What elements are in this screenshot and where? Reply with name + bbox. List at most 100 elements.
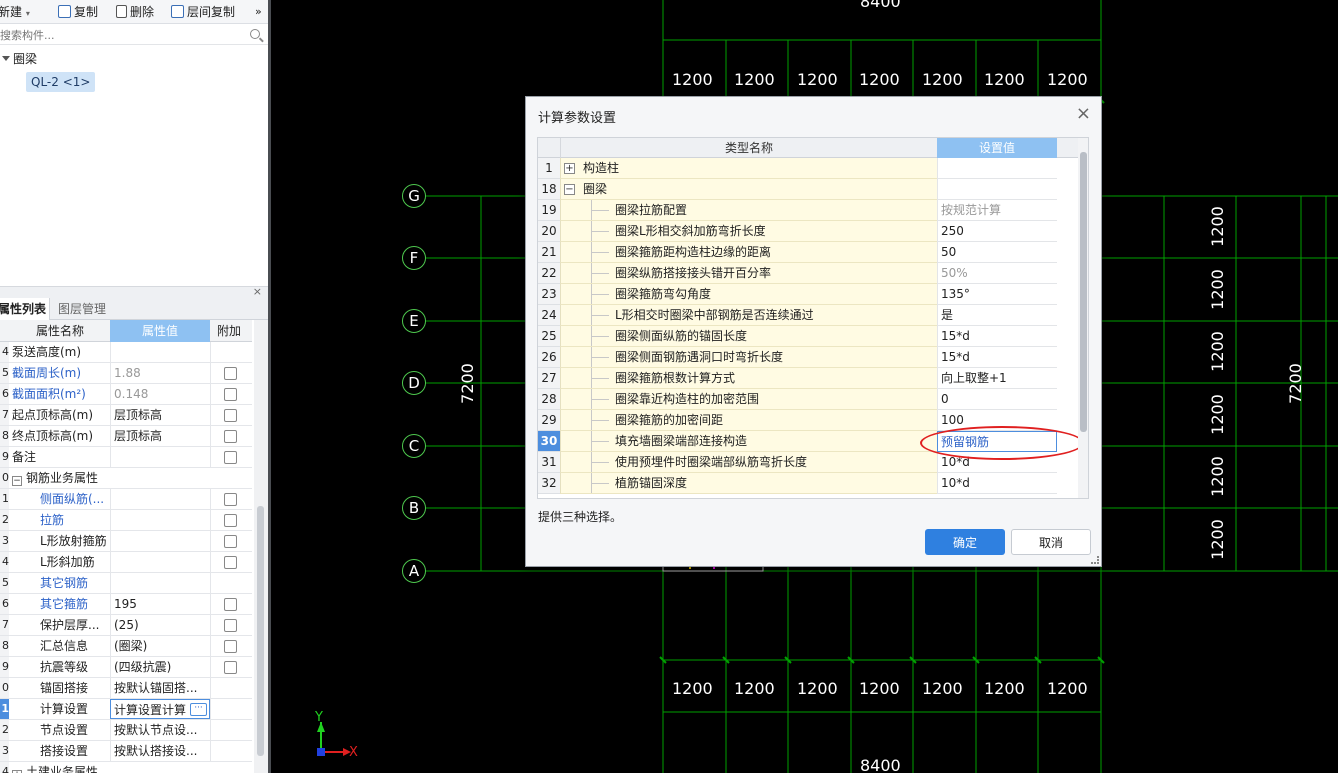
setting-value[interactable]: 按规范计算	[937, 200, 1057, 221]
setting-row[interactable]: 23 圈梁箍筋弯勾角度 135°	[538, 284, 1078, 305]
search-icon[interactable]	[250, 29, 260, 39]
axis-label-b[interactable]: B	[402, 496, 426, 520]
property-row[interactable]: 1 侧面纵筋(...	[0, 489, 252, 510]
setting-value[interactable]: 135°	[937, 284, 1057, 305]
property-row[interactable]: 2 节点设置 按默认节点设...	[0, 720, 252, 741]
search-input[interactable]	[0, 27, 240, 43]
property-row[interactable]: 0− 钢筋业务属性	[0, 468, 252, 489]
scrollbar-thumb[interactable]	[1080, 152, 1087, 432]
property-value[interactable]	[110, 531, 210, 551]
collapse-icon[interactable]: −	[12, 476, 22, 486]
cancel-button[interactable]: 取消	[1011, 529, 1091, 555]
new-button[interactable]: 新建 ▾	[0, 3, 30, 21]
setting-value[interactable]: 0	[937, 389, 1057, 410]
setting-row[interactable]: 24 L形相交时圈梁中部钢筋是否连续通过 是	[538, 305, 1078, 326]
floor-copy-button[interactable]: 层间复制	[171, 3, 235, 21]
property-row[interactable]: 0 锚固搭接 按默认锚固搭...	[0, 678, 252, 699]
setting-value[interactable]: 15*d	[937, 347, 1057, 368]
property-value[interactable]: 1.88	[110, 363, 210, 383]
property-value[interactable]	[110, 552, 210, 572]
property-value[interactable]	[110, 342, 210, 362]
attach-checkbox[interactable]	[224, 661, 237, 674]
property-row[interactable]: 9 备注	[0, 447, 252, 468]
tree-item-ql2[interactable]: QL-2 <1>	[26, 72, 96, 92]
attach-checkbox[interactable]	[224, 619, 237, 632]
attach-checkbox[interactable]	[224, 493, 237, 506]
setting-value[interactable]: 预留钢筋	[937, 431, 1057, 452]
property-value[interactable]	[110, 510, 210, 530]
property-row[interactable]: 7 保护层厚... (25)	[0, 615, 252, 636]
property-value[interactable]	[110, 447, 210, 467]
axis-label-g[interactable]: G	[402, 184, 426, 208]
grid-scrollbar[interactable]	[1078, 138, 1088, 498]
setting-row[interactable]: 19 圈梁拉筋配置 按规范计算	[538, 200, 1078, 221]
property-row[interactable]: 3 搭接设置 按默认搭接设...	[0, 741, 252, 762]
setting-row[interactable]: 28 圈梁靠近构造柱的加密范围 0	[538, 389, 1078, 410]
property-row[interactable]: 7 起点顶标高(m) 层顶标高	[0, 405, 252, 426]
close-icon[interactable]: ×	[1076, 103, 1091, 124]
property-row[interactable]: 3 L形放射箍筋	[0, 531, 252, 552]
setting-value[interactable]: 10*d	[937, 452, 1057, 473]
attach-checkbox[interactable]	[224, 535, 237, 548]
setting-row[interactable]: 27 圈梁箍筋根数计算方式 向上取整+1	[538, 368, 1078, 389]
setting-row[interactable]: 30 填充墙圈梁端部连接构造 预留钢筋	[538, 431, 1078, 452]
resize-grip-icon[interactable]	[1091, 556, 1099, 564]
vertical-scrollbar[interactable]	[254, 320, 268, 773]
attach-checkbox[interactable]	[224, 367, 237, 380]
property-row[interactable]: 1 计算设置 计算设置计算 ···	[0, 699, 252, 720]
property-value[interactable]: (四级抗震)	[110, 657, 210, 677]
setting-row[interactable]: 32 植筋锚固深度 10*d	[538, 473, 1078, 494]
property-row[interactable]: 8 终点顶标高(m) 层顶标高	[0, 426, 252, 447]
setting-row[interactable]: 18− 圈梁	[538, 179, 1078, 200]
property-row[interactable]: 8 汇总信息 (圈梁)	[0, 636, 252, 657]
property-row[interactable]: 5 其它钢筋	[0, 573, 252, 594]
setting-row[interactable]: 20 圈梁L形相交斜加筋弯折长度 250	[538, 221, 1078, 242]
setting-row[interactable]: 31 使用预埋件时圈梁端部纵筋弯折长度 10*d	[538, 452, 1078, 473]
property-value[interactable]: 层顶标高	[110, 426, 210, 446]
property-row[interactable]: 6 截面面积(m²) 0.148	[0, 384, 252, 405]
property-value[interactable]: 层顶标高	[110, 405, 210, 425]
axis-label-c[interactable]: C	[402, 434, 426, 458]
tab-property-list[interactable]: 属性列表	[0, 298, 50, 320]
setting-value[interactable]: 100	[937, 410, 1057, 431]
property-row[interactable]: 5 截面周长(m) 1.88	[0, 363, 252, 384]
delete-button[interactable]: 删除	[116, 3, 154, 21]
property-row[interactable]: 4 泵送高度(m)	[0, 342, 252, 363]
axis-label-f[interactable]: F	[402, 246, 426, 270]
tree-group-ring-beam[interactable]: 圈梁	[2, 50, 37, 68]
attach-checkbox[interactable]	[224, 451, 237, 464]
attach-checkbox[interactable]	[224, 640, 237, 653]
property-row[interactable]: 4+土建业务属性	[0, 762, 252, 773]
attach-checkbox[interactable]	[224, 556, 237, 569]
property-value[interactable]: 按默认锚固搭...	[110, 678, 210, 698]
setting-value[interactable]	[937, 179, 1057, 200]
copy-button[interactable]: 复制	[58, 3, 98, 21]
setting-row[interactable]: 1 + 构造柱	[538, 158, 1078, 179]
expand-icon[interactable]: +	[564, 163, 575, 174]
attach-checkbox[interactable]	[224, 514, 237, 527]
property-row[interactable]: 2 拉筋	[0, 510, 252, 531]
setting-row[interactable]: 29 圈梁箍筋的加密间距 100	[538, 410, 1078, 431]
axis-label-d[interactable]: D	[402, 371, 426, 395]
attach-checkbox[interactable]	[224, 598, 237, 611]
more-tools-button[interactable]: »	[255, 3, 262, 21]
setting-value[interactable]: 15*d	[937, 326, 1057, 347]
property-value[interactable]	[110, 489, 210, 509]
property-row[interactable]: 9 抗震等级 (四级抗震)	[0, 657, 252, 678]
attach-checkbox[interactable]	[224, 388, 237, 401]
property-value[interactable]: 0.148	[110, 384, 210, 404]
tab-layer-management[interactable]: 图层管理	[52, 298, 116, 320]
property-value[interactable]: (25)	[110, 615, 210, 635]
attach-checkbox[interactable]	[224, 409, 237, 422]
setting-row[interactable]: 21 圈梁箍筋距构造柱边缘的距离 50	[538, 242, 1078, 263]
property-value[interactable]: 计算设置计算 ···	[110, 699, 210, 719]
ok-button[interactable]: 确定	[925, 529, 1005, 555]
property-row[interactable]: 6 其它箍筋 195	[0, 594, 252, 615]
collapse-icon[interactable]: −	[564, 184, 575, 195]
collapse-arrow-icon[interactable]	[2, 56, 10, 61]
axis-label-e[interactable]: E	[402, 309, 426, 333]
setting-row[interactable]: 22 圈梁纵筋搭接接头错开百分率 50%	[538, 263, 1078, 284]
setting-row[interactable]: 25 圈梁侧面纵筋的锚固长度 15*d	[538, 326, 1078, 347]
setting-value[interactable]: 是	[937, 305, 1057, 326]
property-value[interactable]: 按默认搭接设...	[110, 741, 210, 761]
